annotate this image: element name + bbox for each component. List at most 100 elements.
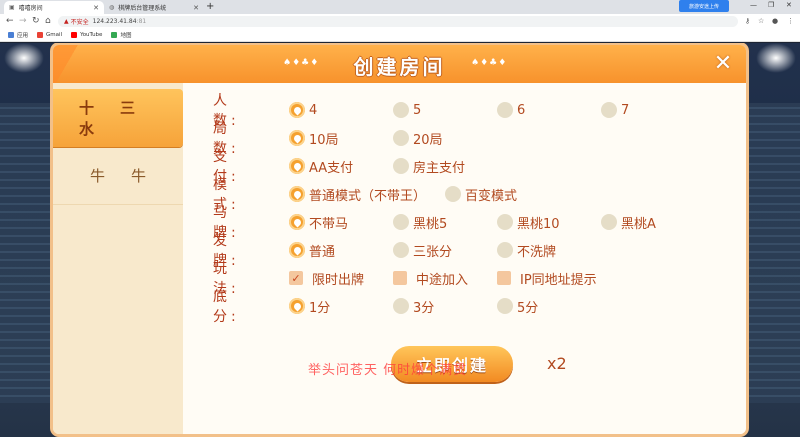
radio-selected-icon: [289, 130, 305, 146]
dialog-header: ♠♦♣♦ 创建房间 ♠♦♣♦ ✕: [53, 45, 746, 83]
globe-icon: ◍: [109, 4, 115, 11]
radio-mode-normal[interactable]: 普通模式（不带王）: [289, 185, 426, 204]
stadium-left: [0, 103, 60, 403]
radio-deal-normal[interactable]: 普通: [289, 241, 335, 260]
minimize-icon[interactable]: —: [750, 1, 757, 9]
radio-score-5[interactable]: 5分: [497, 297, 538, 316]
tab-title: 嘻嘻房间: [18, 5, 43, 12]
radio-rounds-20[interactable]: 20局: [393, 129, 443, 148]
radio-icon: [393, 214, 409, 230]
radio-icon: [393, 242, 409, 258]
radio-horse-none[interactable]: 不带马: [289, 213, 348, 232]
checkbox-icon: [393, 271, 407, 285]
radio-horse-spadea[interactable]: 黑桃A: [601, 213, 656, 232]
profile-icon[interactable]: ●: [772, 17, 778, 25]
game-tab-shisanshui[interactable]: 十三水: [53, 89, 183, 147]
close-tab-icon[interactable]: ✕: [93, 4, 99, 12]
gmail-icon: [37, 32, 44, 38]
maps-icon: [111, 32, 118, 38]
stadium-right: [746, 103, 800, 403]
radio-payment-host[interactable]: 房主支付: [393, 157, 465, 176]
radio-players-4[interactable]: 4: [289, 102, 317, 118]
radio-icon: [497, 242, 513, 258]
back-icon[interactable]: ←: [6, 16, 14, 26]
watermark-text: 举头问苍天 何时爆个满贯: [308, 363, 468, 378]
browser-toolbar: ← → ↻ ⌂ ▲ 不安全 124.223.41.84 :81 ⚷ ☆ ● ⋮: [0, 14, 800, 29]
radio-mode-wild[interactable]: 百变模式: [445, 185, 517, 204]
radio-icon: [393, 158, 409, 174]
window-close-icon[interactable]: ✕: [786, 1, 792, 9]
youtube-icon: [71, 32, 78, 38]
radio-selected-icon: [289, 186, 305, 202]
home-icon[interactable]: ⌂: [45, 16, 51, 26]
extension-button[interactable]: 旅游安途上传: [679, 0, 729, 12]
star-icon[interactable]: ☆: [758, 17, 764, 25]
address-bar[interactable]: ▲ 不安全 124.223.41.84 :81: [58, 16, 738, 27]
radio-icon: [601, 214, 617, 230]
radio-icon: [393, 130, 409, 146]
tab-room[interactable]: ▣ 嘻嘻房间 ✕: [4, 1, 104, 14]
game-tab-niuniu[interactable]: 牛牛: [53, 147, 183, 205]
key-icon[interactable]: ⚷: [745, 17, 750, 25]
checkbox-icon: [497, 271, 511, 285]
radio-icon: [497, 298, 513, 314]
tab-title: 棋牌后台管理系统: [118, 5, 167, 12]
checkmark-icon: ✓: [289, 271, 303, 285]
radio-icon: [497, 102, 513, 118]
warning-icon: ▲: [64, 18, 69, 25]
game-canvas: ♠♦♣♦ 创建房间 ♠♦♣♦ ✕ 十三水 牛牛 人 数: 4 5 6 7 局 数…: [0, 43, 800, 437]
close-dialog-button[interactable]: ✕: [710, 50, 736, 76]
stadium-light: [4, 43, 44, 73]
radio-selected-icon: [289, 102, 305, 118]
radio-icon: [393, 298, 409, 314]
browser-tabbar: ▣ 嘻嘻房间 ✕ ◍ 棋牌后台管理系统 ✕ + 旅游安途上传 — ❐ ✕: [0, 0, 800, 14]
bookmark-gmail[interactable]: Gmail: [37, 32, 62, 38]
radio-players-6[interactable]: 6: [497, 102, 525, 118]
radio-rounds-10[interactable]: 10局: [289, 129, 339, 148]
radio-selected-icon: [289, 298, 305, 314]
menu-icon[interactable]: ⋮: [787, 17, 794, 25]
dialog-title: 创建房间: [353, 55, 446, 79]
apps-icon: [8, 32, 14, 38]
checkbox-ip-warning[interactable]: IP同地址提示: [497, 269, 597, 288]
reload-icon[interactable]: ↻: [32, 16, 40, 26]
option-label: 底 分:: [213, 289, 249, 325]
radio-selected-icon: [289, 158, 305, 174]
radio-score-3[interactable]: 3分: [393, 297, 434, 316]
security-label: 不安全: [70, 19, 89, 26]
bookmark-apps[interactable]: 应用: [8, 31, 28, 39]
radio-icon: [601, 102, 617, 118]
url-text: 124.223.41.84: [92, 18, 137, 25]
maximize-icon[interactable]: ❐: [768, 1, 774, 9]
radio-horse-spade5[interactable]: 黑桃5: [393, 213, 447, 232]
close-tab-icon[interactable]: ✕: [193, 4, 199, 12]
radio-deal-noshuffle[interactable]: 不洗牌: [497, 241, 556, 260]
forward-icon[interactable]: →: [19, 16, 27, 26]
radio-horse-spade10[interactable]: 黑桃10: [497, 213, 560, 232]
page-icon: ▣: [9, 4, 15, 11]
checkbox-join-midway[interactable]: 中途加入: [393, 269, 468, 288]
bookmark-maps[interactable]: 地图: [111, 31, 131, 39]
room-cost: x2: [547, 354, 567, 373]
suit-decoration-right: ♠♦♣♦: [471, 58, 508, 68]
radio-icon: [445, 186, 461, 202]
checkbox-time-limit[interactable]: ✓ 限时出牌: [289, 269, 364, 288]
close-icon: ✕: [713, 50, 733, 76]
create-room-dialog: ♠♦♣♦ 创建房间 ♠♦♣♦ ✕ 十三水 牛牛 人 数: 4 5 6 7 局 数…: [53, 45, 746, 434]
bookmarks-bar: 应用 Gmail YouTube 地图: [0, 29, 800, 42]
radio-icon: [393, 102, 409, 118]
radio-score-1[interactable]: 1分: [289, 297, 330, 316]
url-port: :81: [136, 18, 147, 25]
stadium-light: [756, 43, 796, 73]
radio-payment-aa[interactable]: AA支付: [289, 157, 353, 176]
radio-selected-icon: [289, 242, 305, 258]
new-tab-button[interactable]: +: [206, 1, 214, 12]
radio-players-5[interactable]: 5: [393, 102, 421, 118]
radio-deal-three[interactable]: 三张分: [393, 241, 452, 260]
radio-players-7[interactable]: 7: [601, 102, 629, 118]
game-type-sidebar: 十三水 牛牛: [53, 83, 183, 434]
tab-admin[interactable]: ◍ 棋牌后台管理系统 ✕: [104, 1, 204, 14]
bookmark-youtube[interactable]: YouTube: [71, 32, 102, 38]
radio-selected-icon: [289, 214, 305, 230]
radio-icon: [497, 214, 513, 230]
